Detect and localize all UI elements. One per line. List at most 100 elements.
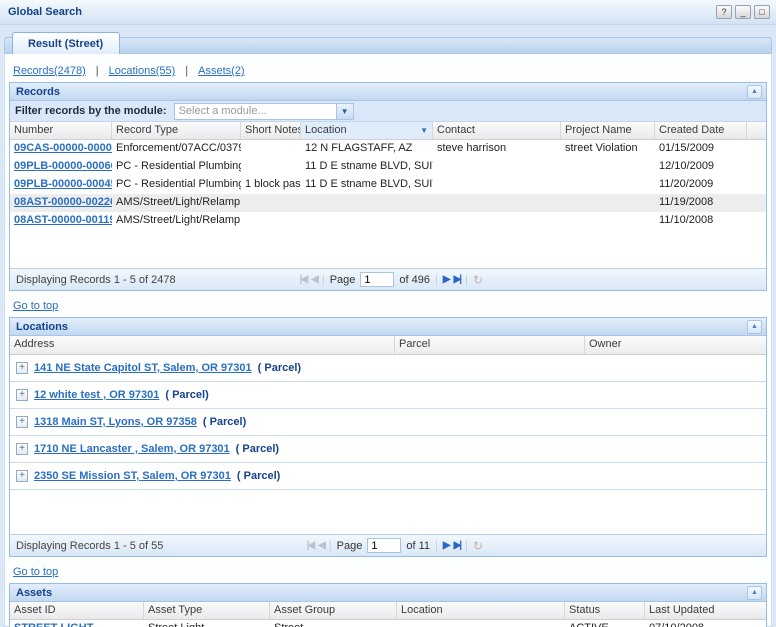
go-to-top-link[interactable]: Go to top [13,300,58,312]
address-link[interactable]: 1318 Main ST, Lyons, OR 97358 [34,416,197,428]
page-of-label: of 496 [399,274,430,286]
prev-page-icon[interactable]: ◀ [311,274,317,285]
created-date-cell: 12/10/2009 [655,158,747,176]
last-page-icon[interactable]: ▶| [454,540,461,551]
column-header-last-updated[interactable]: Last Updated [645,602,766,619]
column-menu-icon[interactable]: ▼ [420,122,428,139]
table-row[interactable]: STREET LIGHT Street Light Street ACTIVE … [10,620,766,627]
expand-icon[interactable]: + [16,443,28,455]
next-page-icon[interactable]: ▶ [443,274,449,285]
record-number-link[interactable]: 08AST-00000-00226 [14,196,112,208]
page-label: Page [330,274,356,286]
window-titlebar: Global Search ? _ □ [0,0,776,25]
page-number-input[interactable] [360,272,394,287]
column-header-short-notes[interactable]: Short Notes [241,122,301,139]
module-select-placeholder: Select a module... [175,104,336,119]
refresh-icon[interactable]: ↻ [473,273,483,287]
next-page-icon[interactable]: ▶ [443,540,449,551]
record-number-link[interactable]: 09PLB-00000-00045 [14,178,112,190]
asset-group-cell: Street [270,620,397,627]
first-page-icon[interactable]: |◀ [300,274,307,285]
collapse-icon[interactable]: ▲ [747,320,762,334]
locations-grid-header: Address Parcel Owner [10,336,766,355]
minimize-icon[interactable]: _ [735,5,751,19]
column-header-contact[interactable]: Contact [433,122,561,139]
records-count-link[interactable]: Records(2478) [13,65,86,77]
page-number-input[interactable] [367,538,401,553]
table-row[interactable]: 09PLB-00000-00066 PC - Residential Plumb… [10,158,766,176]
parcel-suffix: ( Parcel) [165,389,208,401]
locations-grid-empty-area [10,490,766,534]
records-paging-toolbar: Displaying Records 1 - 5 of 2478 |◀ ◀ | … [10,268,766,290]
expand-icon[interactable]: + [16,416,28,428]
page-label: Page [337,540,363,552]
module-select[interactable]: Select a module... ▼ [174,103,354,120]
created-date-cell: 11/10/2008 [655,212,747,230]
column-header-parcel[interactable]: Parcel [395,336,585,354]
table-row[interactable]: 09PLB-00000-00045 PC - Residential Plumb… [10,176,766,194]
column-header-created-date[interactable]: Created Date [655,122,747,139]
column-header-number[interactable]: Number [10,122,112,139]
pager-separator: | [435,274,438,286]
assets-panel-title: Assets [16,587,52,599]
expand-icon[interactable]: + [16,470,28,482]
maximize-icon[interactable]: □ [754,5,770,19]
refresh-icon[interactable]: ↻ [473,539,483,553]
asset-id-link[interactable]: STREET LIGHT [14,622,93,627]
table-row[interactable]: 09CAS-00000-00004 Enforcement/07ACC/0379… [10,140,766,158]
list-item: + 1318 Main ST, Lyons, OR 97358 ( Parcel… [10,409,766,436]
record-number-link[interactable]: 08AST-00000-00119 [14,214,112,226]
records-panel-header: Records ▲ [10,83,766,101]
short-notes-cell [241,212,301,230]
expand-icon[interactable]: + [16,389,28,401]
contact-cell [433,212,561,230]
collapse-icon[interactable]: ▲ [747,586,762,600]
column-header-owner[interactable]: Owner [585,336,766,354]
record-number-link[interactable]: 09PLB-00000-00066 [14,160,112,172]
contact-cell [433,158,561,176]
column-header-location[interactable]: Location [397,602,565,619]
short-notes-cell: 1 block past... [241,176,301,194]
parcel-suffix: ( Parcel) [237,470,280,482]
project-name-cell [561,158,655,176]
record-number-link[interactable]: 09CAS-00000-00004 [14,142,112,154]
locations-go-to-top-row: Go to top [9,560,767,583]
column-header-asset-group[interactable]: Asset Group [270,602,397,619]
expand-icon[interactable]: + [16,362,28,374]
assets-count-link[interactable]: Assets(2) [198,65,244,77]
chevron-down-icon[interactable]: ▼ [336,104,353,119]
created-date-cell: 11/19/2008 [655,194,747,212]
records-grid-empty-area [10,230,766,268]
project-name-cell [561,176,655,194]
collapse-icon[interactable]: ▲ [747,85,762,99]
column-header-location[interactable]: Location ▼ [301,122,433,139]
tab-result-street[interactable]: Result (Street) [12,32,120,54]
record-type-cell: AMS/Street/Light/Relamp [112,212,241,230]
assets-panel-header: Assets ▲ [10,584,766,602]
column-header-asset-type[interactable]: Asset Type [144,602,270,619]
short-notes-cell [241,158,301,176]
result-nav-links: Records(2478) | Locations(55) | Assets(2… [9,60,767,82]
column-header-address[interactable]: Address [10,336,395,354]
address-link[interactable]: 1710 NE Lancaster , Salem, OR 97301 [34,443,230,455]
help-icon[interactable]: ? [716,5,732,19]
column-header-project-name[interactable]: Project Name [561,122,655,139]
column-header-spacer [747,122,766,139]
table-row[interactable]: 08AST-00000-00119 AMS/Street/Light/Relam… [10,212,766,230]
prev-page-icon[interactable]: ◀ [318,540,324,551]
content-area: Records(2478) | Locations(55) | Assets(2… [4,54,772,627]
address-link[interactable]: 141 NE State Capitol ST, Salem, OR 97301 [34,362,252,374]
first-page-icon[interactable]: |◀ [307,540,314,551]
locations-count-link[interactable]: Locations(55) [109,65,176,77]
column-header-status[interactable]: Status [565,602,645,619]
column-header-asset-id[interactable]: Asset ID [10,602,144,619]
address-link[interactable]: 12 white test , OR 97301 [34,389,159,401]
address-link[interactable]: 2350 SE Mission ST, Salem, OR 97301 [34,470,231,482]
locations-panel-header: Locations ▲ [10,318,766,336]
table-row[interactable]: 08AST-00000-00226 AMS/Street/Light/Relam… [10,194,766,212]
locations-status-text: Displaying Records 1 - 5 of 55 [16,540,163,552]
column-header-record-type[interactable]: Record Type [112,122,241,139]
assets-panel: Assets ▲ Asset ID Asset Type Asset Group… [9,583,767,627]
go-to-top-link[interactable]: Go to top [13,566,58,578]
last-page-icon[interactable]: ▶| [454,274,461,285]
